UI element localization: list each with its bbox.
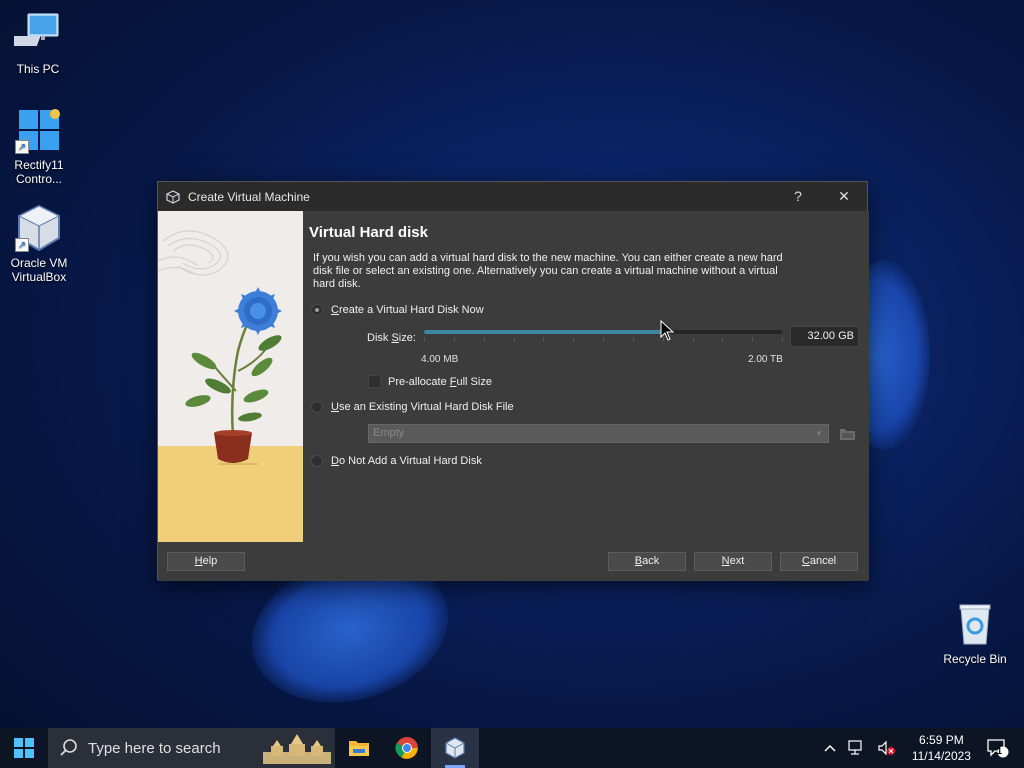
page-title: Virtual Hard disk	[309, 224, 428, 241]
disk-size-min-label: 4.00 MB	[421, 354, 459, 365]
preallocate-checkbox-row[interactable]: Pre-allocate Full Size	[368, 375, 492, 388]
choose-disk-folder-icon[interactable]	[839, 425, 856, 442]
computer-icon	[8, 10, 62, 58]
desktop-icon-label: This PC	[16, 62, 60, 76]
slider-tick	[424, 337, 425, 341]
disk-size-max-label: 2.00 TB	[748, 354, 783, 365]
radio-create-disk-now[interactable]: Create a Virtual Hard Disk Now	[311, 304, 484, 316]
back-button[interactable]: Back	[608, 552, 686, 571]
cancel-button[interactable]: Cancel	[780, 552, 858, 571]
slider-tick	[573, 337, 575, 341]
search-highlight-icon	[263, 732, 331, 764]
slider-tick	[453, 337, 455, 341]
recycle-bin-icon	[951, 600, 999, 648]
desktop-icon-rectify11[interactable]: ↗ Rectify11 Contro...	[1, 106, 77, 186]
help-button[interactable]: Help	[167, 552, 245, 571]
search-icon	[60, 739, 78, 757]
create-vm-dialog: Create Virtual Machine ? ✕ Virtual Hard …	[157, 181, 869, 581]
page-description: If you wish you can add a virtual hard d…	[313, 252, 783, 290]
slider-tick	[722, 337, 724, 341]
dialog-titlebar[interactable]: Create Virtual Machine ? ✕	[158, 182, 867, 211]
slider-ticks	[424, 337, 783, 342]
system-tray: 6:59 PM 11/14/2023 1	[818, 728, 1024, 768]
taskbar: Type here to search 6:59 PM 11/14/2023 1	[0, 728, 1024, 768]
radio-indicator[interactable]	[311, 304, 323, 316]
radio-indicator[interactable]	[311, 401, 323, 413]
volume-muted-icon[interactable]	[872, 740, 902, 756]
windows-logo-icon: ↗	[15, 106, 63, 154]
notification-count-badge: 1	[996, 746, 1002, 756]
clock-time: 6:59 PM	[919, 733, 964, 747]
existing-disk-combo[interactable]: Empty ▼	[368, 424, 829, 443]
chevron-up-icon[interactable]	[818, 744, 842, 752]
slider-tick	[632, 337, 634, 341]
disk-size-label: Disk Size:	[367, 332, 416, 344]
wizard-illustration	[158, 211, 303, 542]
notification-center-icon[interactable]: 1	[981, 738, 1024, 758]
desktop-icon-this-pc[interactable]: This PC	[0, 10, 76, 76]
preallocate-checkbox[interactable]	[368, 375, 381, 388]
dialog-footer: Help Back Next Cancel	[158, 542, 869, 581]
search-placeholder: Type here to search	[88, 739, 221, 757]
slider-tick	[752, 337, 754, 341]
radio-label: Use an Existing Virtual Hard Disk File	[331, 401, 514, 413]
dialog-title: Create Virtual Machine	[188, 189, 310, 204]
desktop-icon-label: Oracle VM VirtualBox	[10, 256, 68, 284]
taskbar-file-explorer[interactable]	[335, 728, 383, 768]
radio-label: Do Not Add a Virtual Hard Disk	[331, 455, 482, 467]
radio-label: Create a Virtual Hard Disk Now	[331, 304, 484, 316]
next-button[interactable]: Next	[694, 552, 772, 571]
radio-indicator[interactable]	[311, 455, 323, 467]
slider-tick	[483, 337, 485, 341]
virtualbox-icon	[166, 189, 180, 204]
taskbar-chrome[interactable]	[383, 728, 431, 768]
help-title-button[interactable]: ?	[775, 182, 821, 211]
virtualbox-icon	[445, 737, 465, 759]
combo-value: Empty	[373, 427, 405, 439]
disk-size-slider[interactable]	[424, 330, 782, 334]
slider-tick	[603, 337, 604, 341]
desktop-icon-virtualbox[interactable]: ↗ Oracle VM VirtualBox	[1, 204, 77, 284]
taskbar-virtualbox[interactable]	[431, 728, 479, 768]
preallocate-label: Pre-allocate Full Size	[388, 375, 492, 388]
desktop-icon-label: Recycle Bin	[943, 652, 1007, 666]
desktop-icon-recycle-bin[interactable]: Recycle Bin	[937, 600, 1013, 666]
clock-date: 11/14/2023	[911, 749, 971, 763]
windows-logo-icon	[14, 738, 34, 758]
radio-no-disk[interactable]: Do Not Add a Virtual Hard Disk	[311, 455, 482, 467]
chrome-icon	[395, 737, 418, 759]
disk-size-input[interactable]: 32.00 GB	[790, 326, 859, 347]
desktop-icon-label: Rectify11 Contro...	[14, 158, 64, 186]
start-button[interactable]	[0, 728, 48, 768]
taskbar-search-box[interactable]: Type here to search	[48, 728, 335, 768]
chevron-down-icon: ▼	[815, 429, 823, 438]
network-icon[interactable]	[842, 740, 872, 756]
slider-tick	[692, 337, 694, 341]
close-button[interactable]: ✕	[821, 182, 867, 211]
wizard-content: Virtual Hard disk If you wish you can ad…	[303, 211, 869, 542]
slider-tick	[513, 337, 515, 341]
slider-tick	[543, 337, 545, 341]
virtualbox-icon: ↗	[15, 204, 63, 252]
mouse-cursor-icon	[660, 319, 675, 347]
radio-use-existing-disk[interactable]: Use an Existing Virtual Hard Disk File	[311, 401, 514, 413]
shortcut-arrow-icon: ↗	[15, 238, 29, 252]
folder-icon	[349, 741, 369, 756]
taskbar-clock[interactable]: 6:59 PM 11/14/2023	[902, 732, 981, 764]
slider-tick	[782, 337, 783, 341]
shortcut-arrow-icon: ↗	[15, 140, 29, 154]
slider-fill	[424, 330, 664, 334]
